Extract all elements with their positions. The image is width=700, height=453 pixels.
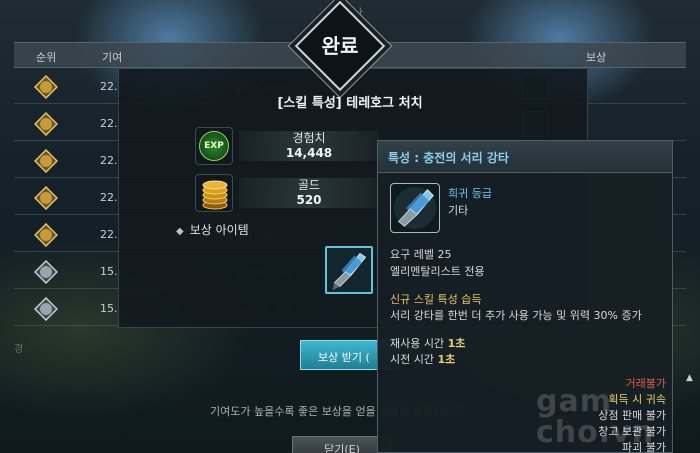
gold-rank-1-icon (34, 75, 58, 99)
tooltip-title: 특성 : 충전의 서리 강타 (378, 141, 672, 173)
contribution-column-header: 기여 (102, 51, 123, 64)
cast-time-label: 시전 시간 (390, 353, 434, 366)
item-grade: 희귀 등급 (448, 187, 492, 200)
cooldown-line: 재사용 시간 1초 (390, 335, 465, 351)
ice-crystal-spear-icon (393, 186, 437, 230)
quest-title: [스킬 특성] 테레호그 처치 (277, 96, 423, 111)
gold-coins-graphic (202, 180, 228, 210)
item-type: 기타 (448, 204, 469, 217)
gold-coins-icon (195, 174, 233, 212)
gold-rank-1-icon (34, 223, 58, 247)
reward-item-slot[interactable] (325, 246, 373, 294)
contribution-value: 15. (100, 302, 118, 315)
cast-time-value: 1초 (437, 353, 456, 366)
reward-items-heading: ◆ 보상 아이템 (176, 221, 249, 238)
reward-items-label: 보상 아이템 (189, 223, 249, 237)
skill-description: 서리 강타를 한번 더 추가 사용 가능 및 위력 30% 증가 (390, 309, 642, 322)
contribution-value: 22. (100, 191, 118, 204)
reward-column-header: 보상 (586, 51, 607, 64)
exp-badge: EXP (199, 131, 229, 161)
silver-rank-2-icon (34, 260, 58, 284)
exp-reward-row: EXP 경험치 14,448 (195, 127, 380, 165)
required-level: 요구 레벨 25 (390, 248, 452, 261)
silver-rank-2-icon (34, 297, 58, 321)
cast-time-line: 시전 시간 1초 (390, 351, 455, 367)
contribution-value: 22. (100, 80, 118, 93)
rank-column-header: 순위 (36, 51, 57, 64)
gold-label: 골드 (297, 178, 321, 192)
scroll-up-arrow-icon[interactable]: ▲ (686, 373, 693, 383)
tooltip-item-icon (390, 183, 440, 233)
complete-title: 완료 (321, 34, 359, 58)
diamond-bullet-icon: ◆ (176, 226, 184, 237)
exp-icon: EXP (195, 127, 233, 165)
watermark-line-2: cho.vn (536, 415, 655, 450)
contribution-value: 22. (100, 117, 118, 130)
contribution-value: 22. (100, 228, 118, 241)
ice-crystal-spear-icon (327, 248, 371, 292)
class-restriction: 엘리멘탈리스트 전용 (390, 265, 485, 278)
gold-reward-row: 골드 520 (195, 174, 380, 212)
watermark-line-1: gam (536, 384, 612, 419)
footer-label: 경 (14, 344, 24, 355)
cooldown-value: 1초 (447, 337, 466, 350)
gold-rank-1-icon (34, 149, 58, 173)
contribution-value: 22. (100, 154, 118, 167)
skill-learn-note: 신규 스킬 특성 습득 (390, 293, 482, 306)
gold-value: 520 (296, 193, 322, 207)
cooldown-label: 재사용 시간 (390, 337, 445, 350)
gold-rank-1-icon (34, 112, 58, 136)
watermark: gam cho.vn (536, 386, 654, 448)
gold-rank-1-icon (34, 186, 58, 210)
contribution-value: 15. (100, 265, 118, 278)
exp-label: 경험치 (292, 131, 326, 145)
exp-value: 14,448 (285, 146, 333, 160)
